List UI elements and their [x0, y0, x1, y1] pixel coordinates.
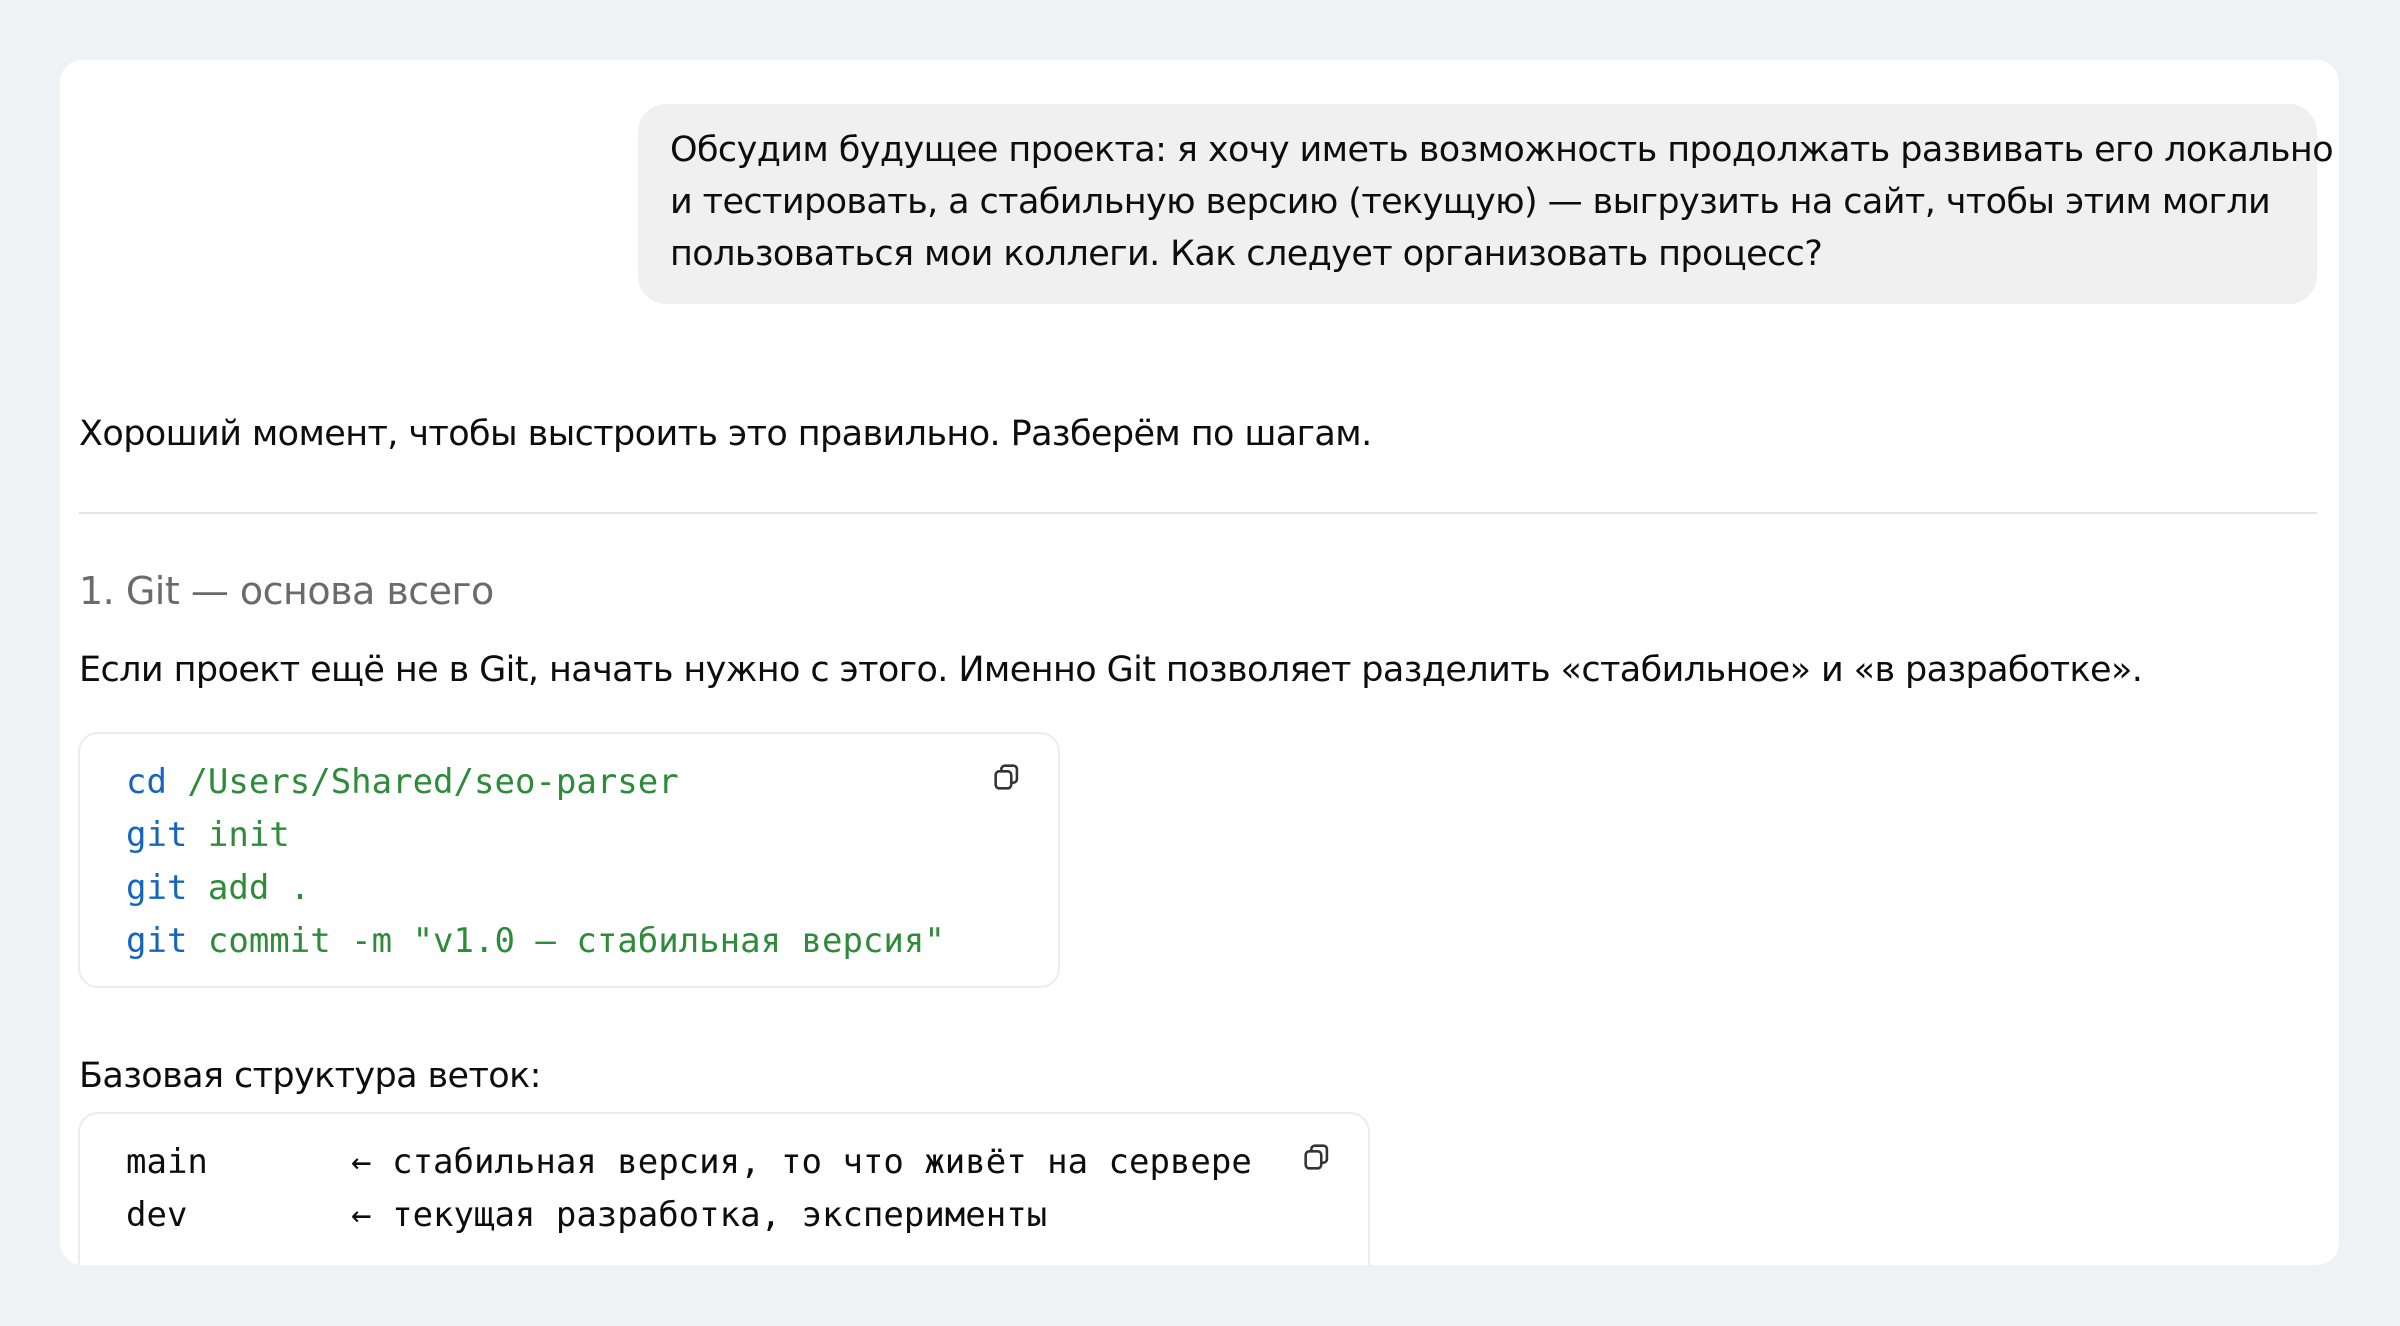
copy-icon	[1304, 1144, 1329, 1170]
code-line: git add .	[126, 862, 310, 914]
code-command: git	[126, 868, 188, 908]
section-paragraph: Если проект ещё не в Git, начать нужно с…	[79, 650, 2143, 690]
copy-code-button[interactable]	[990, 760, 1024, 794]
assistant-intro: Хороший момент, чтобы выстроить это прав…	[79, 414, 1372, 454]
code-arguments: init	[187, 815, 290, 855]
code-line: main ← стабильная версия, то что живёт н…	[126, 1142, 1252, 1182]
section-divider	[79, 512, 2317, 514]
code-command: cd	[126, 762, 167, 802]
chat-panel: Обсудим будущее проекта: я хочу иметь во…	[60, 60, 2339, 1265]
code-arguments: commit -m "v1.0 — стабильная версия"	[187, 921, 945, 961]
code-command: git	[126, 815, 188, 855]
user-message-bubble: Обсудим будущее проекта: я хочу иметь во…	[638, 104, 2334, 304]
code-arguments: add .	[187, 868, 311, 908]
copy-icon	[994, 764, 1019, 790]
code-block: main ← стабильная версия, то что живёт н…	[78, 1112, 1370, 1265]
branches-label: Базовая структура веток:	[79, 1056, 541, 1096]
code-block: cd /Users/Shared/seo-parser git init git…	[78, 732, 1060, 988]
code-arguments: /Users/Shared/seo-parser	[166, 762, 679, 802]
code-command: git	[126, 921, 188, 961]
user-message-line: пользоваться мои коллеги. Как следует ор…	[670, 234, 1823, 274]
code-line: git init	[126, 809, 290, 861]
code-line: dev ← текущая разработка, эксперименты	[126, 1195, 1048, 1235]
copy-code-button[interactable]	[1300, 1140, 1334, 1174]
code-line: git commit -m "v1.0 — стабильная версия"	[126, 915, 945, 967]
section-heading: 1. Git — основа всего	[79, 569, 494, 613]
code-line: cd /Users/Shared/seo-parser	[126, 756, 679, 808]
user-message-line: и тестировать, а стабильную версию (теку…	[670, 182, 2271, 222]
user-message-line: Обсудим будущее проекта: я хочу иметь во…	[670, 130, 2334, 170]
